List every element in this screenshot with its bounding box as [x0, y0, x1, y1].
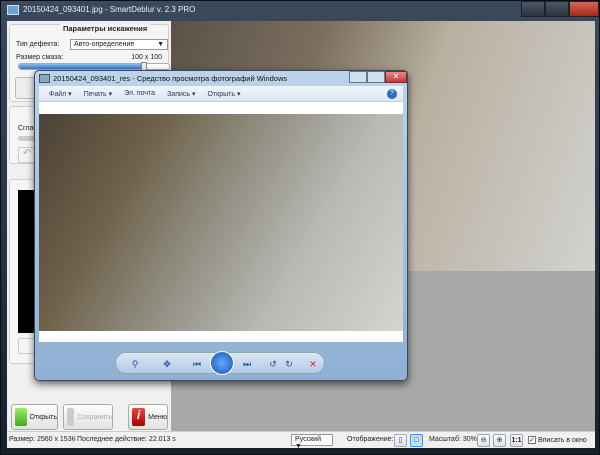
- slideshow-button[interactable]: [210, 351, 234, 375]
- display-label: Отображение:: [347, 436, 394, 443]
- defect-type-value: Авто-определение: [74, 41, 135, 48]
- chevron-down-icon: ▼: [157, 41, 164, 48]
- language-select[interactable]: Русский ▼: [291, 434, 333, 450]
- photo-viewer-window: 20150424_093401_res - Средство просмотра…: [34, 70, 408, 381]
- rotate-left-icon[interactable]: ↺: [266, 357, 280, 371]
- blur-size-label: Размер смаза:: [16, 54, 64, 61]
- zoom-icon[interactable]: ⚲: [128, 357, 142, 371]
- params-title: Параметры искажения: [60, 24, 151, 33]
- app-icon: [7, 5, 19, 15]
- blur-size-value: 100 x 100: [131, 54, 162, 61]
- single-view-icon[interactable]: □: [410, 434, 423, 447]
- viewer-minimize-button[interactable]: [349, 71, 367, 83]
- menu-button[interactable]: i Меню: [128, 404, 168, 430]
- zoom-in-icon[interactable]: ⊕: [493, 434, 506, 447]
- image-size: Размер: 2560 x 1536: [9, 436, 76, 443]
- blur-size-slider[interactable]: [18, 62, 170, 72]
- previous-icon[interactable]: ⏮: [190, 357, 204, 371]
- viewer-menu-bar: Файл ▾ Печать ▾ Эл. почта Запись ▾ Откры…: [39, 86, 403, 101]
- menu-email[interactable]: Эл. почта: [124, 90, 155, 97]
- open-label: Открыть: [29, 413, 58, 421]
- zoom-label: Масштаб: 30%: [429, 436, 477, 443]
- menu-burn[interactable]: Запись ▾: [167, 90, 195, 98]
- checkbox-icon: ✓: [528, 436, 536, 444]
- defect-type-label: Тип дефекта:: [16, 41, 60, 48]
- status-bar: Размер: 2560 x 1536 Последнее действие: …: [7, 431, 595, 450]
- viewer-app-icon: [39, 74, 50, 83]
- defect-type-select[interactable]: Авто-определение ▼: [70, 39, 168, 50]
- fit-to-window-checkbox[interactable]: ✓ Вписать в окно: [528, 436, 587, 444]
- zoom-out-icon[interactable]: ⊖: [477, 434, 490, 447]
- chevron-down-icon: ▼: [295, 443, 302, 450]
- floppy-icon: [67, 408, 75, 426]
- delete-icon[interactable]: ✕: [306, 357, 320, 371]
- next-icon[interactable]: ⏭: [240, 357, 254, 371]
- window-title: 20150424_093401.jpg - SmartDeblur v. 2.3…: [23, 5, 196, 14]
- viewer-photo-frame: [39, 102, 403, 342]
- minimize-button[interactable]: [521, 1, 545, 17]
- maximize-button[interactable]: [545, 1, 569, 17]
- last-action: Последнее действие: 22.013 s: [73, 436, 176, 443]
- viewer-close-button[interactable]: ✕: [385, 71, 407, 83]
- save-label: Сохранить: [77, 413, 112, 421]
- actual-size-icon[interactable]: ✥: [160, 357, 174, 371]
- rotate-right-icon[interactable]: ↻: [282, 357, 296, 371]
- split-view-icon[interactable]: ▯: [394, 434, 407, 447]
- menu-open[interactable]: Открыть ▾: [208, 90, 241, 98]
- actual-size-button[interactable]: 1:1: [510, 434, 523, 447]
- slider-fill: [19, 64, 144, 69]
- viewer-maximize-button[interactable]: [367, 71, 385, 83]
- viewer-title: 20150424_093401_res - Средство просмотра…: [53, 74, 288, 83]
- help-icon[interactable]: ?: [387, 88, 397, 99]
- info-icon: i: [132, 408, 146, 426]
- check-icon: [15, 408, 27, 426]
- viewer-photo: [39, 114, 403, 331]
- close-button[interactable]: [569, 1, 599, 17]
- language-value: Русский: [295, 436, 321, 443]
- menu-print[interactable]: Печать ▾: [84, 90, 112, 98]
- save-button[interactable]: Сохранить: [63, 404, 113, 430]
- fit-label: Вписать в окно: [537, 437, 587, 444]
- menu-label: Меню: [148, 413, 167, 421]
- open-button[interactable]: Открыть: [11, 404, 58, 430]
- menu-file[interactable]: Файл ▾: [49, 90, 72, 98]
- viewer-toolbar: ⚲ ✥ ⏮ ⏭ ↺ ↻ ✕: [115, 351, 325, 375]
